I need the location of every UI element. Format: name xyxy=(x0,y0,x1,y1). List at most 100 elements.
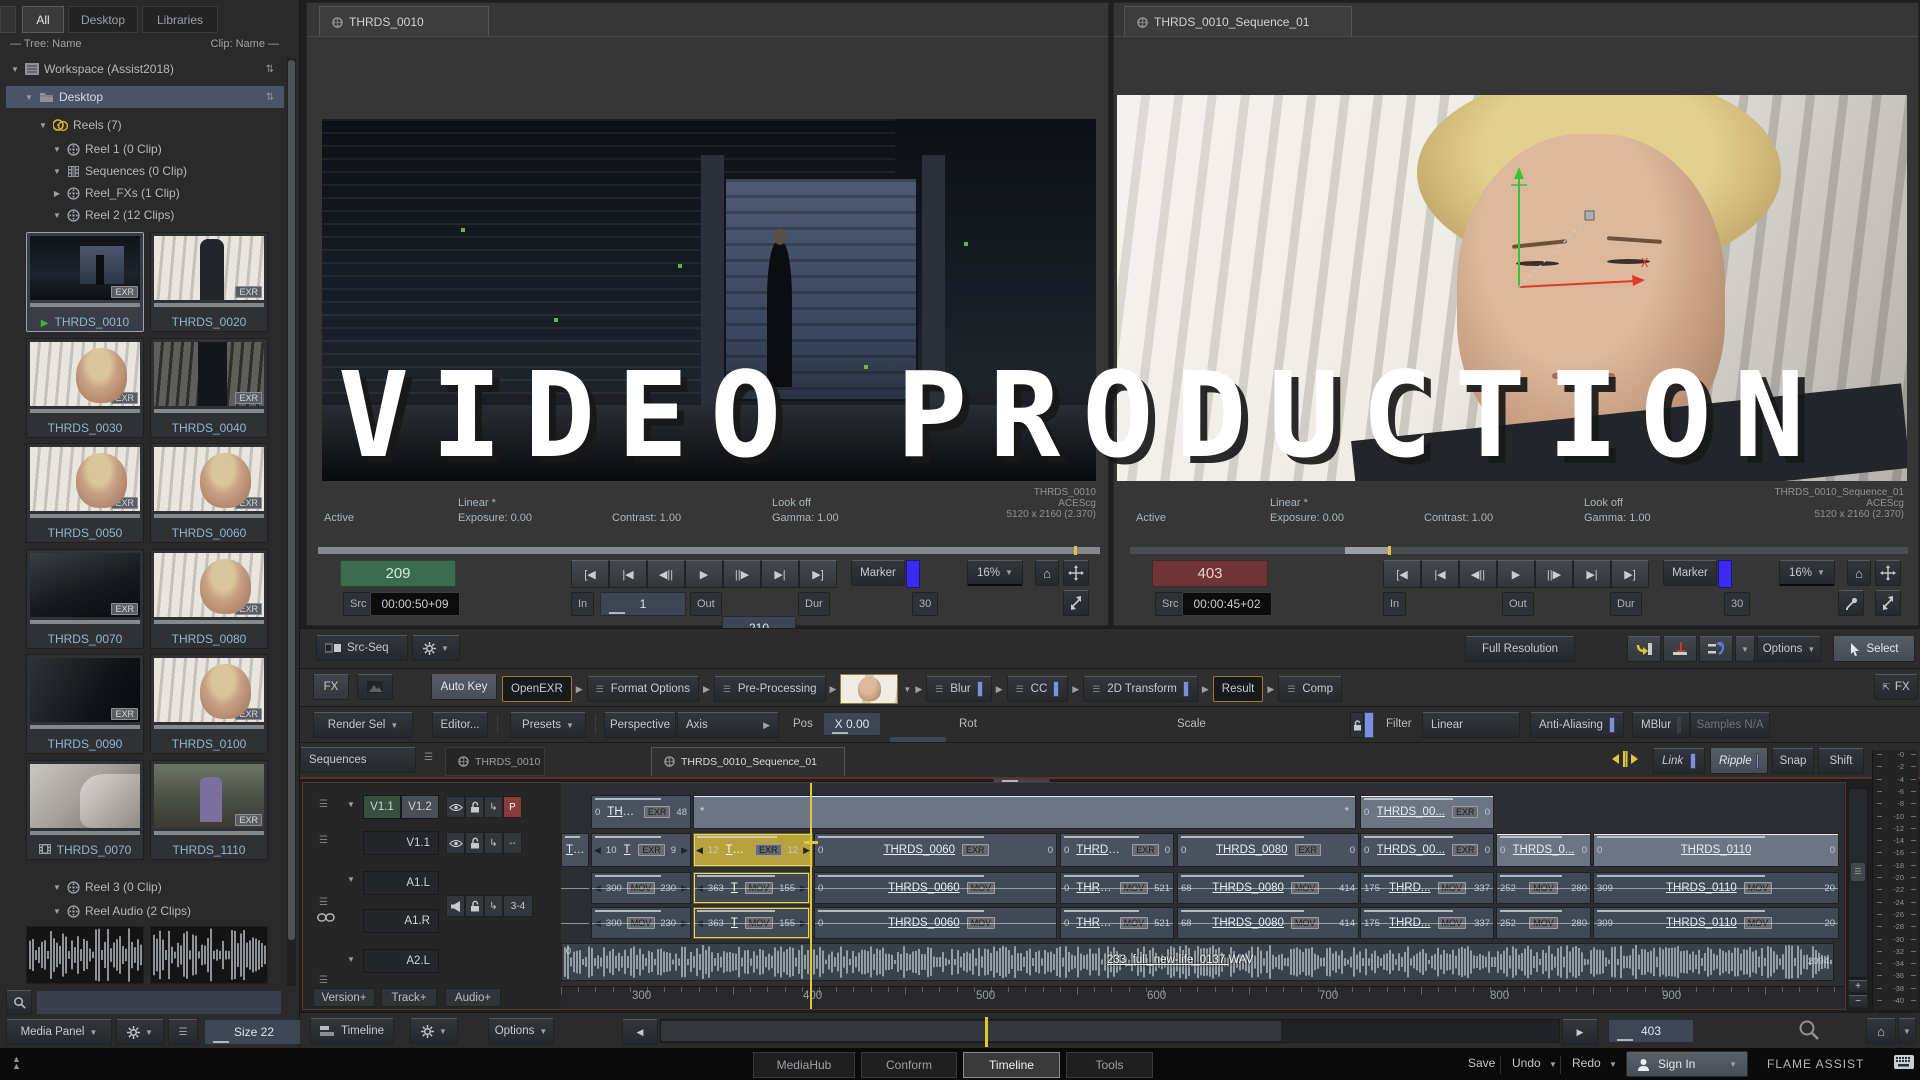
track-collapse-arrow[interactable]: ▼ xyxy=(347,955,355,964)
pan-view-button[interactable] xyxy=(1875,560,1901,586)
transport-cue-in-button[interactable]: [◀ xyxy=(571,560,609,588)
track-lock-toggle[interactable] xyxy=(465,832,484,854)
timeline-clip-thrds-0060[interactable]: 0THRDS_0060MOV xyxy=(814,907,1057,939)
fx-node-thumbnail[interactable]: ▼ xyxy=(840,674,911,704)
viewer-colorspace[interactable]: Linear * xyxy=(458,497,496,509)
timeline-clip-a1r[interactable]: ◀300MOV230▶ xyxy=(591,907,691,939)
transport-play-button[interactable]: ▶ xyxy=(1497,560,1535,588)
track-a1r-name[interactable]: A1.R xyxy=(363,909,439,933)
fx-node-result[interactable]: Result xyxy=(1213,676,1264,702)
clip-thumbnail[interactable]: EXR xyxy=(30,658,140,722)
track-v1-name[interactable]: V1.1 xyxy=(363,831,439,855)
tab-list-icon[interactable]: ☰ xyxy=(424,752,433,763)
transport-cue-out-button[interactable]: ▶] xyxy=(1611,560,1649,588)
track-route-button[interactable]: ↳ xyxy=(484,796,503,818)
timeline-clip-thrds-[interactable]: 0THRDS...EXR0 xyxy=(1060,833,1174,867)
clip-scrub-bar[interactable] xyxy=(30,514,140,518)
resize-view-button[interactable] xyxy=(1063,590,1089,616)
timeline-clip-thr-[interactable]: ◀363THR...MOV155▶ xyxy=(693,907,810,939)
zoom-out-button[interactable]: − xyxy=(1848,995,1868,1008)
timeline-clip-thrd-[interactable]: 175THRD...MOV337 xyxy=(1360,872,1494,904)
viewer-contrast[interactable]: Contrast: 1.00 xyxy=(1424,512,1493,524)
fx-node-comp[interactable]: ☰Comp xyxy=(1278,676,1342,702)
audio-clip-thumb-1[interactable] xyxy=(150,926,268,984)
trim-mode-icon[interactable] xyxy=(1612,751,1638,767)
track-route-button[interactable]: ↳ xyxy=(484,832,503,854)
timeline-clip-thrds-0-[interactable]: 0THRDS_0...0 xyxy=(1496,833,1591,867)
in-point-field[interactable]: 1 xyxy=(600,592,686,616)
clip-scrub-bar[interactable] xyxy=(30,303,140,307)
timeline-clip-thrds-0110[interactable]: 0THRDS_01100 xyxy=(1593,833,1839,867)
fx-node-blur[interactable]: ☰Blur xyxy=(926,676,991,702)
track-collapse-arrow[interactable]: ▼ xyxy=(347,875,355,884)
track-route-button[interactable]: ↳ xyxy=(484,895,503,917)
audio-mute-toggle[interactable] xyxy=(446,895,465,917)
presets-menu[interactable]: Presets▼ xyxy=(510,712,586,738)
zoom-in-button[interactable]: + xyxy=(1848,980,1868,993)
timeline-options-menu[interactable]: Options▼ xyxy=(488,1018,554,1044)
marker-color-swatch[interactable] xyxy=(906,560,920,588)
clip-card-thrds_0020-1[interactable]: EXRTHRDS_0020 xyxy=(150,232,268,332)
timeline-clip-thrds-[interactable]: ◀12THRDS...EXR12▶ xyxy=(693,833,813,867)
timeline-clip-thrds-0060[interactable]: 0THRDS_0060EXR0 xyxy=(814,833,1057,867)
sign-in-button[interactable]: Sign In ▼ xyxy=(1626,1051,1748,1077)
timeline-clip-thrds-0110[interactable]: 309THRDS_0110MOV20 xyxy=(1593,907,1839,939)
fx-fullscreen-button[interactable]: ⇱ FX xyxy=(1874,674,1918,700)
resize-view-button[interactable] xyxy=(1875,590,1901,616)
viewer-gamma[interactable]: Gamma: 1.00 xyxy=(772,512,839,524)
timeline-clip-thrd-[interactable]: 0THRD...MOV521 xyxy=(1060,907,1174,939)
transport-next-edit-button[interactable]: ▶| xyxy=(761,560,799,588)
transport-step-back-button[interactable]: ◀|| xyxy=(647,560,685,588)
clip-card-thrds_0070-10[interactable]: EXRTHRDS_0070 xyxy=(26,760,144,860)
home-view-button[interactable]: ⌂ xyxy=(1847,560,1871,586)
timeline-clip-thr-[interactable]: ◀10THR...EXR9▶ xyxy=(591,833,691,867)
clip-thumbnail[interactable]: EXR xyxy=(30,342,140,406)
tree-item-reel-2-12-clips-[interactable]: ▼Reel 2 (12 Clips) xyxy=(6,204,284,226)
clip-scrub-bar[interactable] xyxy=(30,409,140,413)
tree-item-workspace-assist2018-[interactable]: ▼Workspace (Assist2018)⇅ xyxy=(6,58,284,80)
stereo-link-icon[interactable] xyxy=(317,913,335,922)
viewer-exposure[interactable]: Exposure: 0.00 xyxy=(458,512,532,524)
track-v1-1-label[interactable]: V1.1 xyxy=(363,795,401,819)
clip-scrub-bar[interactable] xyxy=(30,620,140,624)
viewer-gamma[interactable]: Gamma: 1.00 xyxy=(1584,512,1651,524)
track-patch-label[interactable]: -- xyxy=(503,832,522,854)
fx-node-format-options[interactable]: ☰Format Options xyxy=(587,676,699,702)
ripple-toggle[interactable]: Ripple xyxy=(1710,748,1768,774)
perspective-button[interactable]: Perspective xyxy=(604,712,676,738)
tree-item-sequences-0-clip-[interactable]: ▼Sequences (0 Clip) xyxy=(6,160,284,182)
home-button[interactable]: ⌂ xyxy=(1866,1018,1896,1044)
transport-step-forward-button[interactable]: ||▶ xyxy=(723,560,761,588)
scroll-left-button[interactable]: ◀ xyxy=(622,1019,658,1045)
scroll-right-button[interactable]: ▶ xyxy=(1562,1019,1598,1045)
app-tab-mediahub[interactable]: MediaHub xyxy=(753,1052,855,1078)
marker-button[interactable]: Marker xyxy=(1663,560,1717,586)
viewport-gear-button[interactable]: ▼ xyxy=(412,635,460,661)
audio-clip-thumb-0[interactable] xyxy=(26,926,144,984)
tree-expand-arrow[interactable]: ▼ xyxy=(52,883,62,892)
viewer-look[interactable]: Look off xyxy=(772,497,811,509)
anti-aliasing-toggle[interactable]: Anti-Aliasing xyxy=(1530,712,1624,738)
track-visibility-toggle[interactable] xyxy=(446,832,465,854)
zoom-level-menu[interactable]: 16%▼ xyxy=(1779,560,1835,586)
sequence-scrub-bar[interactable] xyxy=(1130,547,1908,554)
sidebar-scrollbar[interactable] xyxy=(287,58,296,986)
save-button[interactable]: Save xyxy=(1468,1056,1495,1070)
transport-cue-in-button[interactable]: [◀ xyxy=(1383,560,1421,588)
tree-expand-arrow[interactable]: ▼ xyxy=(52,145,62,154)
timeline-body[interactable]: 0THR...EXR48**0THRDS_00...EXR0TH...◀10TH… xyxy=(561,783,1844,1009)
viewer-colorspace[interactable]: Linear * xyxy=(1270,497,1308,509)
link-toggle[interactable]: Link xyxy=(1653,748,1705,774)
add-version-button[interactable]: Version+ xyxy=(313,988,375,1007)
scrollbar-handle[interactable]: ☰ xyxy=(1851,863,1865,881)
tree-expand-arrow[interactable]: ▼ xyxy=(52,167,62,176)
expand-panel-icon[interactable]: ▲▲ xyxy=(12,1056,21,1070)
transport-next-edit-button[interactable]: ▶| xyxy=(1573,560,1611,588)
sidebar-tab-stub[interactable] xyxy=(0,6,16,33)
transport-step-forward-button[interactable]: ||▶ xyxy=(1535,560,1573,588)
shift-toggle[interactable]: Shift xyxy=(1818,748,1864,774)
clip-scrub-bar[interactable] xyxy=(154,303,264,307)
tree-expand-arrow[interactable]: ▶ xyxy=(52,189,62,198)
zoom-level-menu[interactable]: 16%▼ xyxy=(967,560,1023,586)
transport-prev-edit-button[interactable]: |◀ xyxy=(609,560,647,588)
